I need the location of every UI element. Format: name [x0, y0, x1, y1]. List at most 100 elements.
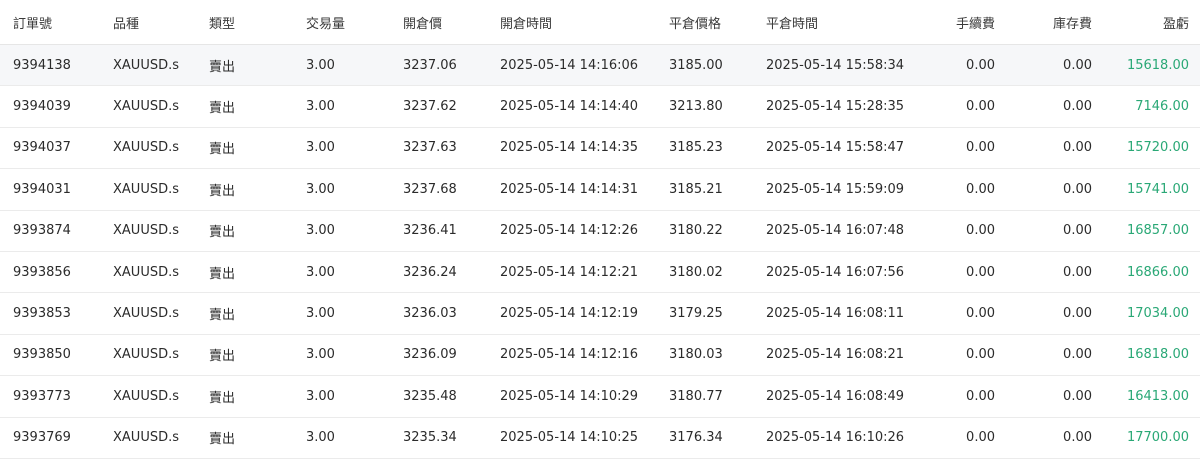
- table-header: 訂單號 品種 類型 交易量 開倉價 開倉時間 平倉價格 平倉時間 手續費 庫存費…: [0, 0, 1200, 45]
- close-price: 3180.77: [669, 388, 723, 404]
- open-time: 2025-05-14 14:12:19: [500, 306, 639, 322]
- table-row[interactable]: 9394138 XAUUSD.s 賣出 3.00 3237.06 2025-05…: [0, 45, 1200, 87]
- close-time: 2025-05-14 16:08:49: [766, 388, 905, 404]
- volume: 3.00: [306, 140, 335, 156]
- close-time: 2025-05-14 15:58:47: [766, 140, 905, 156]
- order-id: 9393874: [13, 223, 71, 239]
- trade-type: 賣出: [209, 59, 236, 75]
- header-swap[interactable]: 庫存費: [1000, 0, 1092, 44]
- volume: 3.00: [306, 388, 335, 404]
- table-row[interactable]: 9393874 XAUUSD.s 賣出 3.00 3236.41 2025-05…: [0, 211, 1200, 252]
- trade-type: 賣出: [209, 142, 236, 158]
- open-time: 2025-05-14 14:14:40: [500, 99, 639, 115]
- table-body: 9394138 XAUUSD.s 賣出 3.00 3237.06 2025-05…: [0, 45, 1200, 459]
- order-id: 9394037: [13, 140, 71, 156]
- header-open-time[interactable]: 開倉時間: [500, 0, 552, 44]
- open-time: 2025-05-14 14:10:25: [500, 430, 639, 446]
- profit: 16866.00: [1126, 264, 1189, 280]
- open-price: 3237.62: [403, 99, 457, 115]
- order-id: 9394138: [13, 57, 71, 73]
- fee: 0.00: [966, 223, 995, 239]
- close-time: 2025-05-14 16:08:11: [766, 306, 905, 322]
- volume: 3.00: [306, 57, 335, 73]
- volume: 3.00: [306, 264, 335, 280]
- open-time: 2025-05-14 14:14:35: [500, 140, 639, 156]
- open-time: 2025-05-14 14:12:16: [500, 347, 639, 363]
- table-row[interactable]: 9393856 XAUUSD.s 賣出 3.00 3236.24 2025-05…: [0, 252, 1200, 294]
- header-order[interactable]: 訂單號: [13, 0, 52, 44]
- order-id: 9393773: [13, 388, 71, 404]
- symbol: XAUUSD.s: [113, 223, 179, 239]
- header-type[interactable]: 類型: [209, 0, 235, 44]
- open-price: 3237.63: [403, 140, 457, 156]
- header-fee[interactable]: 手續費: [900, 0, 995, 44]
- profit: 17034.00: [1126, 306, 1189, 322]
- close-time: 2025-05-14 15:59:09: [766, 181, 905, 197]
- open-price: 3235.34: [403, 430, 457, 446]
- header-close-time[interactable]: 平倉時間: [766, 0, 818, 44]
- table-row[interactable]: 9393769 XAUUSD.s 賣出 3.00 3235.34 2025-05…: [0, 418, 1200, 459]
- symbol: XAUUSD.s: [113, 430, 179, 446]
- swap: 0.00: [1063, 57, 1092, 73]
- open-time: 2025-05-14 14:10:29: [500, 388, 639, 404]
- header-open-price[interactable]: 開倉價: [403, 0, 442, 44]
- open-price: 3235.48: [403, 388, 457, 404]
- profit: 15618.00: [1126, 57, 1189, 73]
- trade-type: 賣出: [209, 266, 236, 282]
- close-time: 2025-05-14 16:10:26: [766, 430, 905, 446]
- header-volume[interactable]: 交易量: [306, 0, 345, 44]
- fee: 0.00: [966, 99, 995, 115]
- trade-history-table: 訂單號 品種 類型 交易量 開倉價 開倉時間 平倉價格 平倉時間 手續費 庫存費…: [0, 0, 1200, 459]
- order-id: 9393769: [13, 430, 71, 446]
- symbol: XAUUSD.s: [113, 306, 179, 322]
- symbol: XAUUSD.s: [113, 347, 179, 363]
- close-time: 2025-05-14 15:58:34: [766, 57, 905, 73]
- fee: 0.00: [966, 388, 995, 404]
- swap: 0.00: [1063, 306, 1092, 322]
- volume: 3.00: [306, 430, 335, 446]
- table-row[interactable]: 9393773 XAUUSD.s 賣出 3.00 3235.48 2025-05…: [0, 376, 1200, 418]
- header-profit[interactable]: 盈虧: [1090, 0, 1189, 44]
- swap: 0.00: [1063, 181, 1092, 197]
- swap: 0.00: [1063, 430, 1092, 446]
- symbol: XAUUSD.s: [113, 264, 179, 280]
- table-row[interactable]: 9393850 XAUUSD.s 賣出 3.00 3236.09 2025-05…: [0, 335, 1200, 377]
- trade-type: 賣出: [209, 432, 236, 448]
- open-time: 2025-05-14 14:16:06: [500, 57, 639, 73]
- volume: 3.00: [306, 181, 335, 197]
- trade-type: 賣出: [209, 349, 236, 365]
- swap: 0.00: [1063, 140, 1092, 156]
- header-symbol[interactable]: 品種: [113, 0, 139, 44]
- fee: 0.00: [966, 264, 995, 280]
- trade-type: 賣出: [209, 101, 236, 117]
- profit: 16857.00: [1126, 223, 1189, 239]
- symbol: XAUUSD.s: [113, 181, 179, 197]
- order-id: 9394039: [13, 99, 71, 115]
- table-row[interactable]: 9394037 XAUUSD.s 賣出 3.00 3237.63 2025-05…: [0, 128, 1200, 170]
- symbol: XAUUSD.s: [113, 388, 179, 404]
- table-row[interactable]: 9394031 XAUUSD.s 賣出 3.00 3237.68 2025-05…: [0, 169, 1200, 211]
- symbol: XAUUSD.s: [113, 140, 179, 156]
- table-row[interactable]: 9393853 XAUUSD.s 賣出 3.00 3236.03 2025-05…: [0, 293, 1200, 335]
- open-price: 3236.09: [403, 347, 457, 363]
- trade-type: 賣出: [209, 308, 236, 324]
- header-close-price[interactable]: 平倉價格: [669, 0, 721, 44]
- order-id: 9393853: [13, 306, 71, 322]
- table-row[interactable]: 9394039 XAUUSD.s 賣出 3.00 3237.62 2025-05…: [0, 86, 1200, 128]
- swap: 0.00: [1063, 264, 1092, 280]
- profit: 15720.00: [1126, 140, 1189, 156]
- close-price: 3185.21: [669, 181, 723, 197]
- open-price: 3237.68: [403, 181, 457, 197]
- open-time: 2025-05-14 14:14:31: [500, 181, 639, 197]
- volume: 3.00: [306, 99, 335, 115]
- trade-type: 賣出: [209, 225, 236, 241]
- order-id: 9393850: [13, 347, 71, 363]
- close-price: 3176.34: [669, 430, 723, 446]
- open-time: 2025-05-14 14:12:26: [500, 223, 639, 239]
- volume: 3.00: [306, 223, 335, 239]
- swap: 0.00: [1063, 388, 1092, 404]
- open-price: 3236.41: [403, 223, 457, 239]
- close-price: 3185.00: [669, 57, 723, 73]
- fee: 0.00: [966, 347, 995, 363]
- order-id: 9394031: [13, 181, 71, 197]
